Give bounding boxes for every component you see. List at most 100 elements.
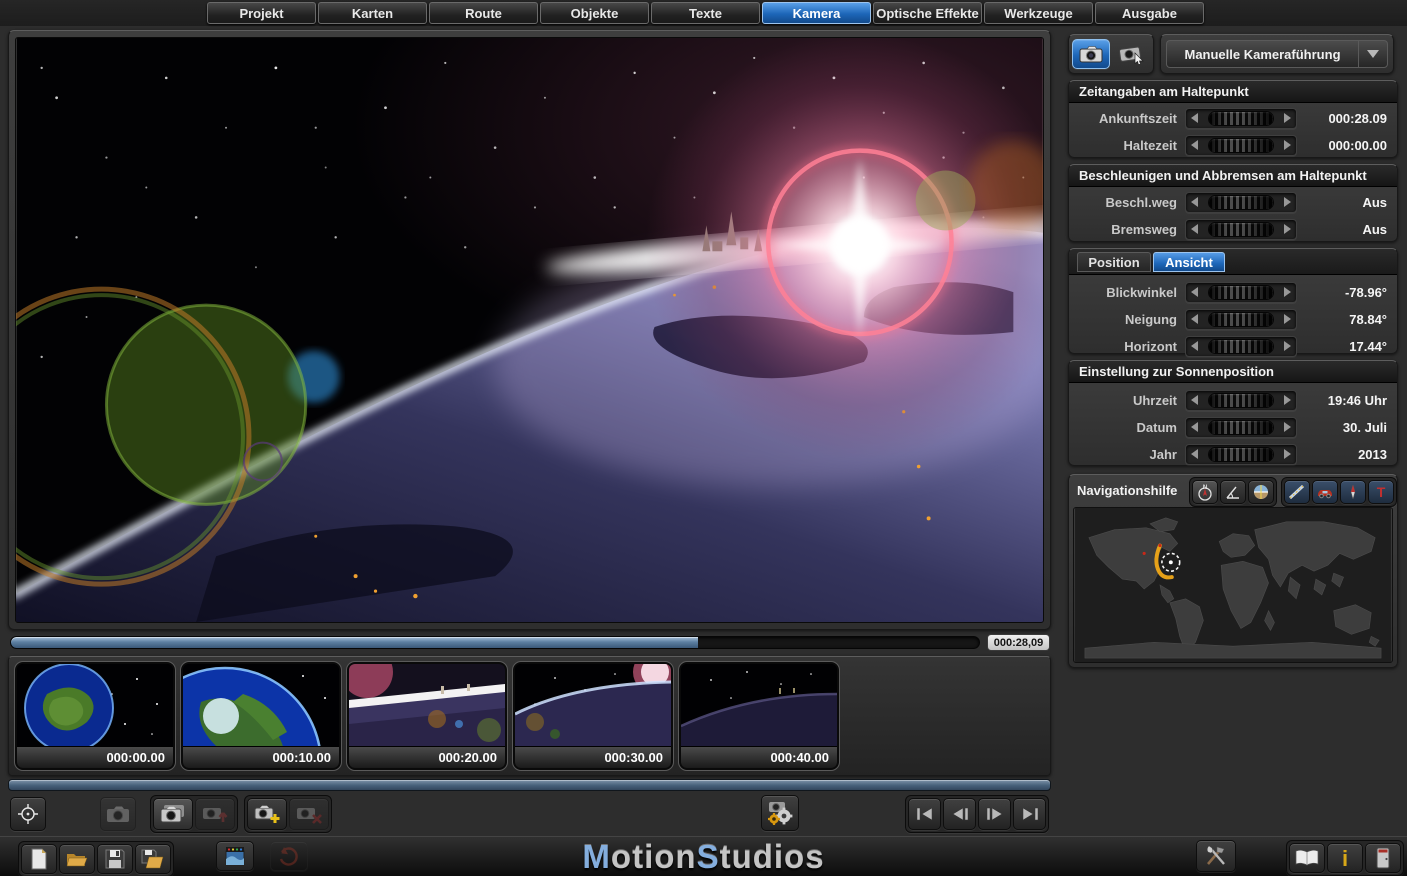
playback-controls	[905, 795, 1049, 833]
jog-dial[interactable]	[1208, 195, 1274, 210]
spin-left-icon[interactable]	[1191, 422, 1198, 432]
spin-right-icon[interactable]	[1284, 341, 1291, 351]
haltezeit-spinner[interactable]	[1185, 135, 1297, 156]
vehicle-icon[interactable]	[1312, 480, 1338, 504]
tab-optische-effekte[interactable]: Optische Effekte	[873, 2, 982, 24]
timeline-progress-track[interactable]	[10, 636, 980, 649]
compass-icon[interactable]: N	[1192, 480, 1218, 504]
route-icon[interactable]	[1284, 480, 1310, 504]
world-map[interactable]	[1073, 507, 1393, 663]
tab-werkzeuge[interactable]: Werkzeuge	[984, 2, 1093, 24]
jog-dial[interactable]	[1208, 393, 1274, 408]
tab-position[interactable]: Position	[1077, 252, 1151, 272]
spin-left-icon[interactable]	[1191, 287, 1198, 297]
camera-move-up-button[interactable]	[195, 798, 235, 830]
strip-scrollbar[interactable]	[8, 779, 1051, 791]
spin-right-icon[interactable]	[1284, 422, 1291, 432]
tab-kamera[interactable]: Kamera	[762, 2, 871, 24]
bremsweg-spinner[interactable]	[1185, 219, 1297, 240]
keyframe-thumbnail-4[interactable]: 000:30.00	[513, 662, 673, 770]
keyframe-strip: 000:00.00 000:10.00	[8, 656, 1051, 776]
section-title: Einstellung zur Sonnenposition	[1069, 361, 1397, 383]
step-forward-button[interactable]	[978, 798, 1011, 830]
neigung-spinner[interactable]	[1185, 309, 1297, 330]
spin-right-icon[interactable]	[1284, 197, 1291, 207]
keyframe-thumbnail-3[interactable]: 000:20.00	[347, 662, 507, 770]
timeline-progress-fill	[11, 637, 698, 648]
camera-select-button[interactable]	[1113, 39, 1151, 69]
jog-dial[interactable]	[1208, 138, 1274, 153]
center-target-button[interactable]	[10, 797, 46, 831]
tab-texte[interactable]: Texte	[651, 2, 760, 24]
spin-right-icon[interactable]	[1284, 314, 1291, 324]
spin-right-icon[interactable]	[1284, 395, 1291, 405]
tab-objekte[interactable]: Objekte	[540, 2, 649, 24]
beschlweg-spinner[interactable]	[1185, 192, 1297, 213]
section-navigation: Navigationshilfe N	[1068, 474, 1398, 668]
spin-left-icon[interactable]	[1191, 140, 1198, 150]
jog-dial[interactable]	[1208, 339, 1274, 354]
jog-dial[interactable]	[1208, 111, 1274, 126]
tab-karten[interactable]: Karten	[318, 2, 427, 24]
step-back-button[interactable]	[943, 798, 976, 830]
section-view: Position Ansicht Blickwinkel -78.96° Nei…	[1068, 248, 1398, 354]
svg-text:T: T	[1377, 484, 1386, 500]
spin-right-icon[interactable]	[1284, 449, 1291, 459]
spin-right-icon[interactable]	[1284, 140, 1291, 150]
section-title: Navigationshilfe	[1077, 483, 1177, 498]
camera-tool-switch	[1068, 34, 1154, 74]
info-button[interactable]: i	[1327, 843, 1363, 873]
camera-delete-button[interactable]	[289, 798, 329, 830]
camera-settings-button[interactable]	[761, 795, 799, 831]
blickwinkel-spinner[interactable]	[1185, 282, 1297, 303]
datum-spinner[interactable]	[1185, 417, 1297, 438]
row-bremsweg: Bremsweg Aus	[1069, 216, 1397, 242]
spin-left-icon[interactable]	[1191, 113, 1198, 123]
jog-dial[interactable]	[1208, 285, 1274, 300]
protractor-icon[interactable]	[1220, 480, 1246, 504]
text-icon[interactable]: T	[1368, 480, 1394, 504]
keyframe-thumbnail-2[interactable]: 000:10.00	[181, 662, 341, 770]
camera-edit-button[interactable]	[1072, 39, 1110, 69]
camera-single-button[interactable]	[100, 797, 136, 831]
tab-route[interactable]: Route	[429, 2, 538, 24]
marker-icon[interactable]	[1340, 480, 1366, 504]
nav-overlay-group: N	[1189, 477, 1277, 507]
camera-all-button[interactable]	[153, 798, 193, 830]
camera-mode-dropdown[interactable]: Manuelle Kameraführung	[1160, 34, 1394, 74]
tab-projekt[interactable]: Projekt	[207, 2, 316, 24]
uhrzeit-spinner[interactable]	[1185, 390, 1297, 411]
camera-add-button[interactable]	[247, 798, 287, 830]
jahr-spinner[interactable]	[1185, 444, 1297, 465]
tools-button[interactable]	[1196, 840, 1236, 872]
jog-dial[interactable]	[1208, 420, 1274, 435]
horizon-icon[interactable]	[1248, 480, 1274, 504]
go-last-button[interactable]	[1013, 798, 1046, 830]
flare-green-small	[916, 171, 976, 231]
keyframe-thumbnail-5[interactable]: 000:40.00	[679, 662, 839, 770]
jog-dial[interactable]	[1208, 222, 1274, 237]
go-first-button[interactable]	[908, 798, 941, 830]
spin-left-icon[interactable]	[1191, 449, 1198, 459]
spin-left-icon[interactable]	[1191, 341, 1198, 351]
spin-left-icon[interactable]	[1191, 314, 1198, 324]
ankunftszeit-spinner[interactable]	[1185, 108, 1297, 129]
horizont-spinner[interactable]	[1185, 336, 1297, 357]
keyframe-thumbnail-1[interactable]: 000:00.00	[15, 662, 175, 770]
spin-left-icon[interactable]	[1191, 197, 1198, 207]
spin-right-icon[interactable]	[1284, 287, 1291, 297]
camera-mode-group	[150, 795, 238, 833]
spin-left-icon[interactable]	[1191, 395, 1198, 405]
spin-left-icon[interactable]	[1191, 224, 1198, 234]
manual-book-icon[interactable]	[1289, 843, 1325, 873]
jog-dial[interactable]	[1208, 447, 1274, 462]
spin-right-icon[interactable]	[1284, 224, 1291, 234]
jog-dial[interactable]	[1208, 312, 1274, 327]
keyframe-time-label: 000:00.00	[17, 746, 173, 768]
exit-door-icon[interactable]	[1365, 843, 1401, 873]
tab-ansicht[interactable]: Ansicht	[1153, 252, 1225, 272]
spin-right-icon[interactable]	[1284, 113, 1291, 123]
camera-add-remove-group	[244, 795, 332, 833]
preview-render[interactable]	[15, 37, 1044, 623]
tab-ausgabe[interactable]: Ausgabe	[1095, 2, 1204, 24]
